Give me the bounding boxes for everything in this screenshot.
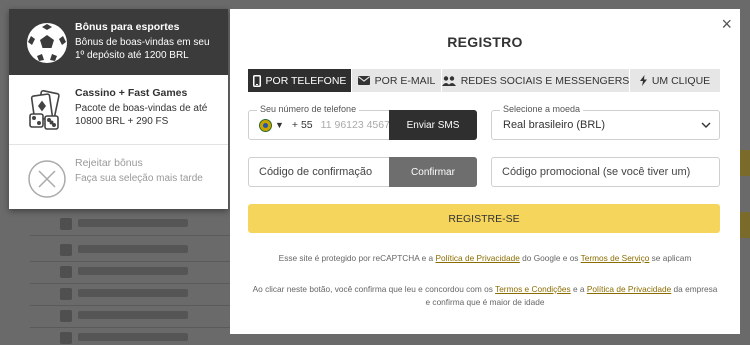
background-row [30,328,250,345]
currency-select-label: Selecione a moeda [500,104,584,114]
casino-cards-dice-icon [23,85,71,133]
send-sms-button[interactable]: Enviar SMS [389,110,477,140]
register-button[interactable]: REGISTRE-SE [248,204,720,233]
chevron-down-icon[interactable]: ▼ [275,120,284,130]
company-privacy-policy-link[interactable]: Política de Privacidade [587,284,671,294]
confirmation-code-field: Confirmar [248,157,477,187]
currency-value: Real brasileiro (BRL) [503,119,606,131]
promo-code-input[interactable] [492,158,719,186]
terms-of-service-link[interactable]: Termos de Serviço [581,253,650,263]
tab-label: UM CLIQUE [651,74,711,87]
registration-tabs: POR TELEFONE POR E-MAIL REDES SOCIAIS E … [248,69,720,92]
close-button[interactable]: × [721,15,732,33]
legal-text: se aplicam [649,253,692,263]
bonus-option-casino[interactable]: Cassino + Fast Games Pacote de boas-vind… [9,75,228,145]
terms-conditions-link[interactable]: Termos e Condições [495,284,571,294]
bonus-description: Pacote de boas-vindas de até [75,103,208,114]
tab-email[interactable]: POR E-MAIL [352,69,442,92]
consent-notice: Ao clicar neste botão, você confirma que… [250,283,720,309]
promo-code-field [491,157,720,187]
phone-icon [252,74,261,87]
phone-field: Seu número de telefone ▼ + 55 Enviar SMS [248,104,477,140]
bonus-option-reject[interactable]: Rejeitar bônus Faça sua seleção mais tar… [9,145,228,209]
tab-label: POR TELEFONE [265,74,347,87]
envelope-icon [357,76,370,85]
confirmation-code-input[interactable] [249,158,389,186]
brazil-flag-icon[interactable] [259,118,272,132]
tab-label: REDES SOCIAIS E MESSENGERS [460,74,630,87]
tab-label: POR E-MAIL [374,74,436,87]
legal-text: e a [570,284,587,294]
background-row [30,306,250,328]
background-row [30,284,250,306]
country-code: + 55 [291,119,313,131]
tab-social[interactable]: REDES SOCIAIS E MESSENGERS [441,69,630,92]
legal-text: Ao clicar neste botão, você confirma que… [252,284,496,294]
tab-one-click[interactable]: UM CLIQUE [630,69,720,92]
bonus-description: 10800 BRL + 290 FS [75,116,169,127]
tab-phone[interactable]: POR TELEFONE [248,69,352,92]
confirm-button[interactable]: Confirmar [389,157,477,187]
background-row [30,240,250,262]
modal-title: REGISTRO [447,34,523,50]
chevron-down-icon [701,119,711,131]
bonus-option-sports[interactable]: Bônus para esportes Bônus de boas-vindas… [9,9,228,75]
background-row [30,262,250,284]
bonus-description: Faça sua seleção mais tarde [75,173,203,184]
bonus-panel: Bônus para esportes Bônus de boas-vindas… [9,9,228,209]
people-icon [441,75,456,86]
bonus-title: Cassino + Fast Games [75,87,188,99]
bonus-description: Bônus de boas-vindas em seu [75,37,210,48]
bonus-title: Rejeitar bônus [75,157,143,169]
background-row [30,214,250,236]
lightning-icon [639,75,647,86]
legal-text: Esse site é protegido por reCAPTCHA e a [278,253,436,263]
soccer-ball-icon [23,19,71,67]
phone-input[interactable] [320,119,391,131]
currency-select[interactable]: Selecione a moeda Real brasileiro (BRL) [491,104,720,140]
bonus-description: 1º depósito até 1200 BRL [75,50,189,61]
bonus-title: Bônus para esportes [75,21,180,33]
phone-field-label: Seu número de telefone [257,104,360,114]
legal-text: do Google e os [519,253,581,263]
reject-x-icon [23,155,71,203]
recaptcha-notice: Esse site é protegido por reCAPTCHA e a … [250,252,720,265]
privacy-policy-link[interactable]: Política de Privacidade [435,253,519,263]
registration-modal: × REGISTRO POR TELEFONE POR E-MAIL REDES… [230,9,740,334]
